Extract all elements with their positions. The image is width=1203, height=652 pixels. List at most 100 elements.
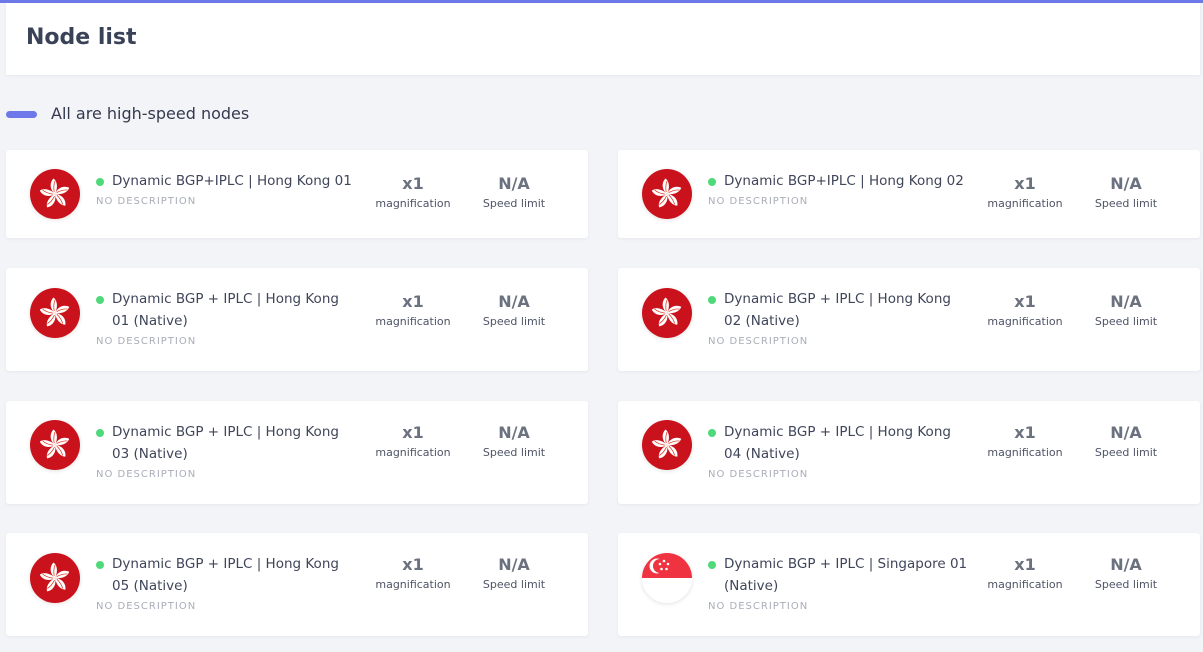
magnification-stat: x1 magnification	[975, 292, 1075, 328]
node-name-row: Dynamic BGP + IPLC | Hong Kong 03 (Nativ…	[96, 421, 358, 465]
node-info: Dynamic BGP + IPLC | Hong Kong 03 (Nativ…	[96, 421, 358, 480]
magnification-label: magnification	[987, 315, 1063, 328]
magnification-stat: x1 magnification	[975, 423, 1075, 459]
node-name-row: Dynamic BGP + IPLC | Hong Kong 04 (Nativ…	[708, 421, 970, 465]
node-name-row: Dynamic BGP + IPLC | Singapore 01 (Nativ…	[708, 553, 970, 597]
node-card[interactable]: Dynamic BGP + IPLC | Hong Kong 05 (Nativ…	[6, 533, 588, 636]
speed-limit-label: Speed limit	[482, 197, 546, 210]
node-name: Dynamic BGP + IPLC | Hong Kong 02 (Nativ…	[724, 291, 951, 329]
node-info: Dynamic BGP+IPLC | Hong Kong 02 NO DESCR…	[708, 170, 970, 207]
magnification-value: x1	[402, 292, 424, 311]
magnification-label: magnification	[375, 446, 451, 459]
speed-limit-stat: N/A Speed limit	[1076, 292, 1176, 328]
node-name-row: Dynamic BGP + IPLC | Hong Kong 02 (Nativ…	[708, 288, 970, 332]
node-name: Dynamic BGP+IPLC | Hong Kong 02	[724, 173, 964, 189]
node-info: Dynamic BGP + IPLC | Hong Kong 02 (Nativ…	[708, 288, 970, 347]
speed-limit-label: Speed limit	[1094, 578, 1158, 591]
node-name: Dynamic BGP + IPLC | Singapore 01 (Nativ…	[724, 556, 968, 594]
hong-kong-flag-icon	[30, 420, 80, 470]
node-info: Dynamic BGP + IPLC | Singapore 01 (Nativ…	[708, 553, 970, 612]
node-card[interactable]: Dynamic BGP + IPLC | Hong Kong 04 (Nativ…	[618, 401, 1200, 504]
node-description: NO DESCRIPTION	[96, 601, 197, 612]
node-description: NO DESCRIPTION	[708, 196, 809, 207]
speed-limit-stat: N/A Speed limit	[1076, 423, 1176, 459]
node-card[interactable]: Dynamic BGP+IPLC | Hong Kong 01 NO DESCR…	[6, 150, 588, 238]
node-info: Dynamic BGP + IPLC | Hong Kong 05 (Nativ…	[96, 553, 358, 612]
hong-kong-flag-icon	[642, 288, 692, 338]
status-dot	[708, 561, 716, 569]
node-card[interactable]: Dynamic BGP + IPLC | Singapore 01 (Nativ…	[618, 533, 1200, 636]
node-description: NO DESCRIPTION	[708, 336, 809, 347]
node-description: NO DESCRIPTION	[708, 601, 809, 612]
section-title: All are high-speed nodes	[51, 104, 250, 123]
magnification-stat: x1 magnification	[363, 174, 463, 210]
hong-kong-flag-icon	[30, 169, 80, 219]
magnification-label: magnification	[987, 197, 1063, 210]
section-accent-bar	[6, 111, 37, 118]
status-dot	[708, 429, 716, 437]
node-card[interactable]: Dynamic BGP+IPLC | Hong Kong 02 NO DESCR…	[618, 150, 1200, 238]
hong-kong-flag-icon	[30, 553, 80, 603]
node-name-row: Dynamic BGP + IPLC | Hong Kong 05 (Nativ…	[96, 553, 358, 597]
speed-limit-label: Speed limit	[1094, 197, 1158, 210]
speed-limit-label: Speed limit	[1094, 315, 1158, 328]
node-name-row: Dynamic BGP + IPLC | Hong Kong 01 (Nativ…	[96, 288, 358, 332]
magnification-stat: x1 magnification	[363, 423, 463, 459]
speed-limit-stat: N/A Speed limit	[1076, 555, 1176, 591]
node-info: Dynamic BGP + IPLC | Hong Kong 04 (Nativ…	[708, 421, 970, 480]
speed-limit-value: N/A	[498, 555, 530, 574]
node-name-row: Dynamic BGP+IPLC | Hong Kong 01	[96, 170, 358, 192]
node-description: NO DESCRIPTION	[96, 196, 197, 207]
magnification-label: magnification	[375, 197, 451, 210]
speed-limit-label: Speed limit	[482, 315, 546, 328]
node-name: Dynamic BGP + IPLC | Hong Kong 03 (Nativ…	[112, 424, 339, 462]
node-name: Dynamic BGP + IPLC | Hong Kong 05 (Nativ…	[112, 556, 339, 594]
speed-limit-stat: N/A Speed limit	[1076, 174, 1176, 210]
node-description: NO DESCRIPTION	[96, 336, 197, 347]
speed-limit-label: Speed limit	[482, 446, 546, 459]
node-name-row: Dynamic BGP+IPLC | Hong Kong 02	[708, 170, 970, 192]
magnification-label: magnification	[375, 578, 451, 591]
magnification-value: x1	[402, 555, 424, 574]
status-dot	[96, 296, 104, 304]
page-header: Node list	[6, 3, 1200, 75]
node-card[interactable]: Dynamic BGP + IPLC | Hong Kong 01 (Nativ…	[6, 268, 588, 371]
status-dot	[708, 296, 716, 304]
node-name: Dynamic BGP + IPLC | Hong Kong 04 (Nativ…	[724, 424, 951, 462]
node-info: Dynamic BGP+IPLC | Hong Kong 01 NO DESCR…	[96, 170, 358, 207]
hong-kong-flag-icon	[30, 288, 80, 338]
speed-limit-stat: N/A Speed limit	[464, 292, 564, 328]
status-dot	[96, 429, 104, 437]
hong-kong-flag-icon	[642, 420, 692, 470]
node-card[interactable]: Dynamic BGP + IPLC | Hong Kong 03 (Nativ…	[6, 401, 588, 504]
speed-limit-stat: N/A Speed limit	[464, 555, 564, 591]
magnification-stat: x1 magnification	[975, 555, 1075, 591]
magnification-value: x1	[1014, 423, 1036, 442]
status-dot	[96, 178, 104, 186]
magnification-value: x1	[1014, 292, 1036, 311]
node-description: NO DESCRIPTION	[708, 469, 809, 480]
magnification-stat: x1 magnification	[975, 174, 1075, 210]
speed-limit-value: N/A	[498, 174, 530, 193]
speed-limit-stat: N/A Speed limit	[464, 423, 564, 459]
speed-limit-label: Speed limit	[1094, 446, 1158, 459]
status-dot	[708, 178, 716, 186]
speed-limit-value: N/A	[1110, 555, 1142, 574]
node-name: Dynamic BGP + IPLC | Hong Kong 01 (Nativ…	[112, 291, 339, 329]
magnification-stat: x1 magnification	[363, 555, 463, 591]
node-name: Dynamic BGP+IPLC | Hong Kong 01	[112, 173, 352, 189]
hong-kong-flag-icon	[642, 169, 692, 219]
singapore-flag-icon	[642, 553, 692, 603]
speed-limit-value: N/A	[1110, 423, 1142, 442]
speed-limit-value: N/A	[498, 292, 530, 311]
magnification-stat: x1 magnification	[363, 292, 463, 328]
magnification-value: x1	[1014, 555, 1036, 574]
node-info: Dynamic BGP + IPLC | Hong Kong 01 (Nativ…	[96, 288, 358, 347]
magnification-label: magnification	[987, 578, 1063, 591]
magnification-value: x1	[1014, 174, 1036, 193]
node-card[interactable]: Dynamic BGP + IPLC | Hong Kong 02 (Nativ…	[618, 268, 1200, 371]
magnification-value: x1	[402, 174, 424, 193]
node-description: NO DESCRIPTION	[96, 469, 197, 480]
magnification-value: x1	[402, 423, 424, 442]
magnification-label: magnification	[987, 446, 1063, 459]
